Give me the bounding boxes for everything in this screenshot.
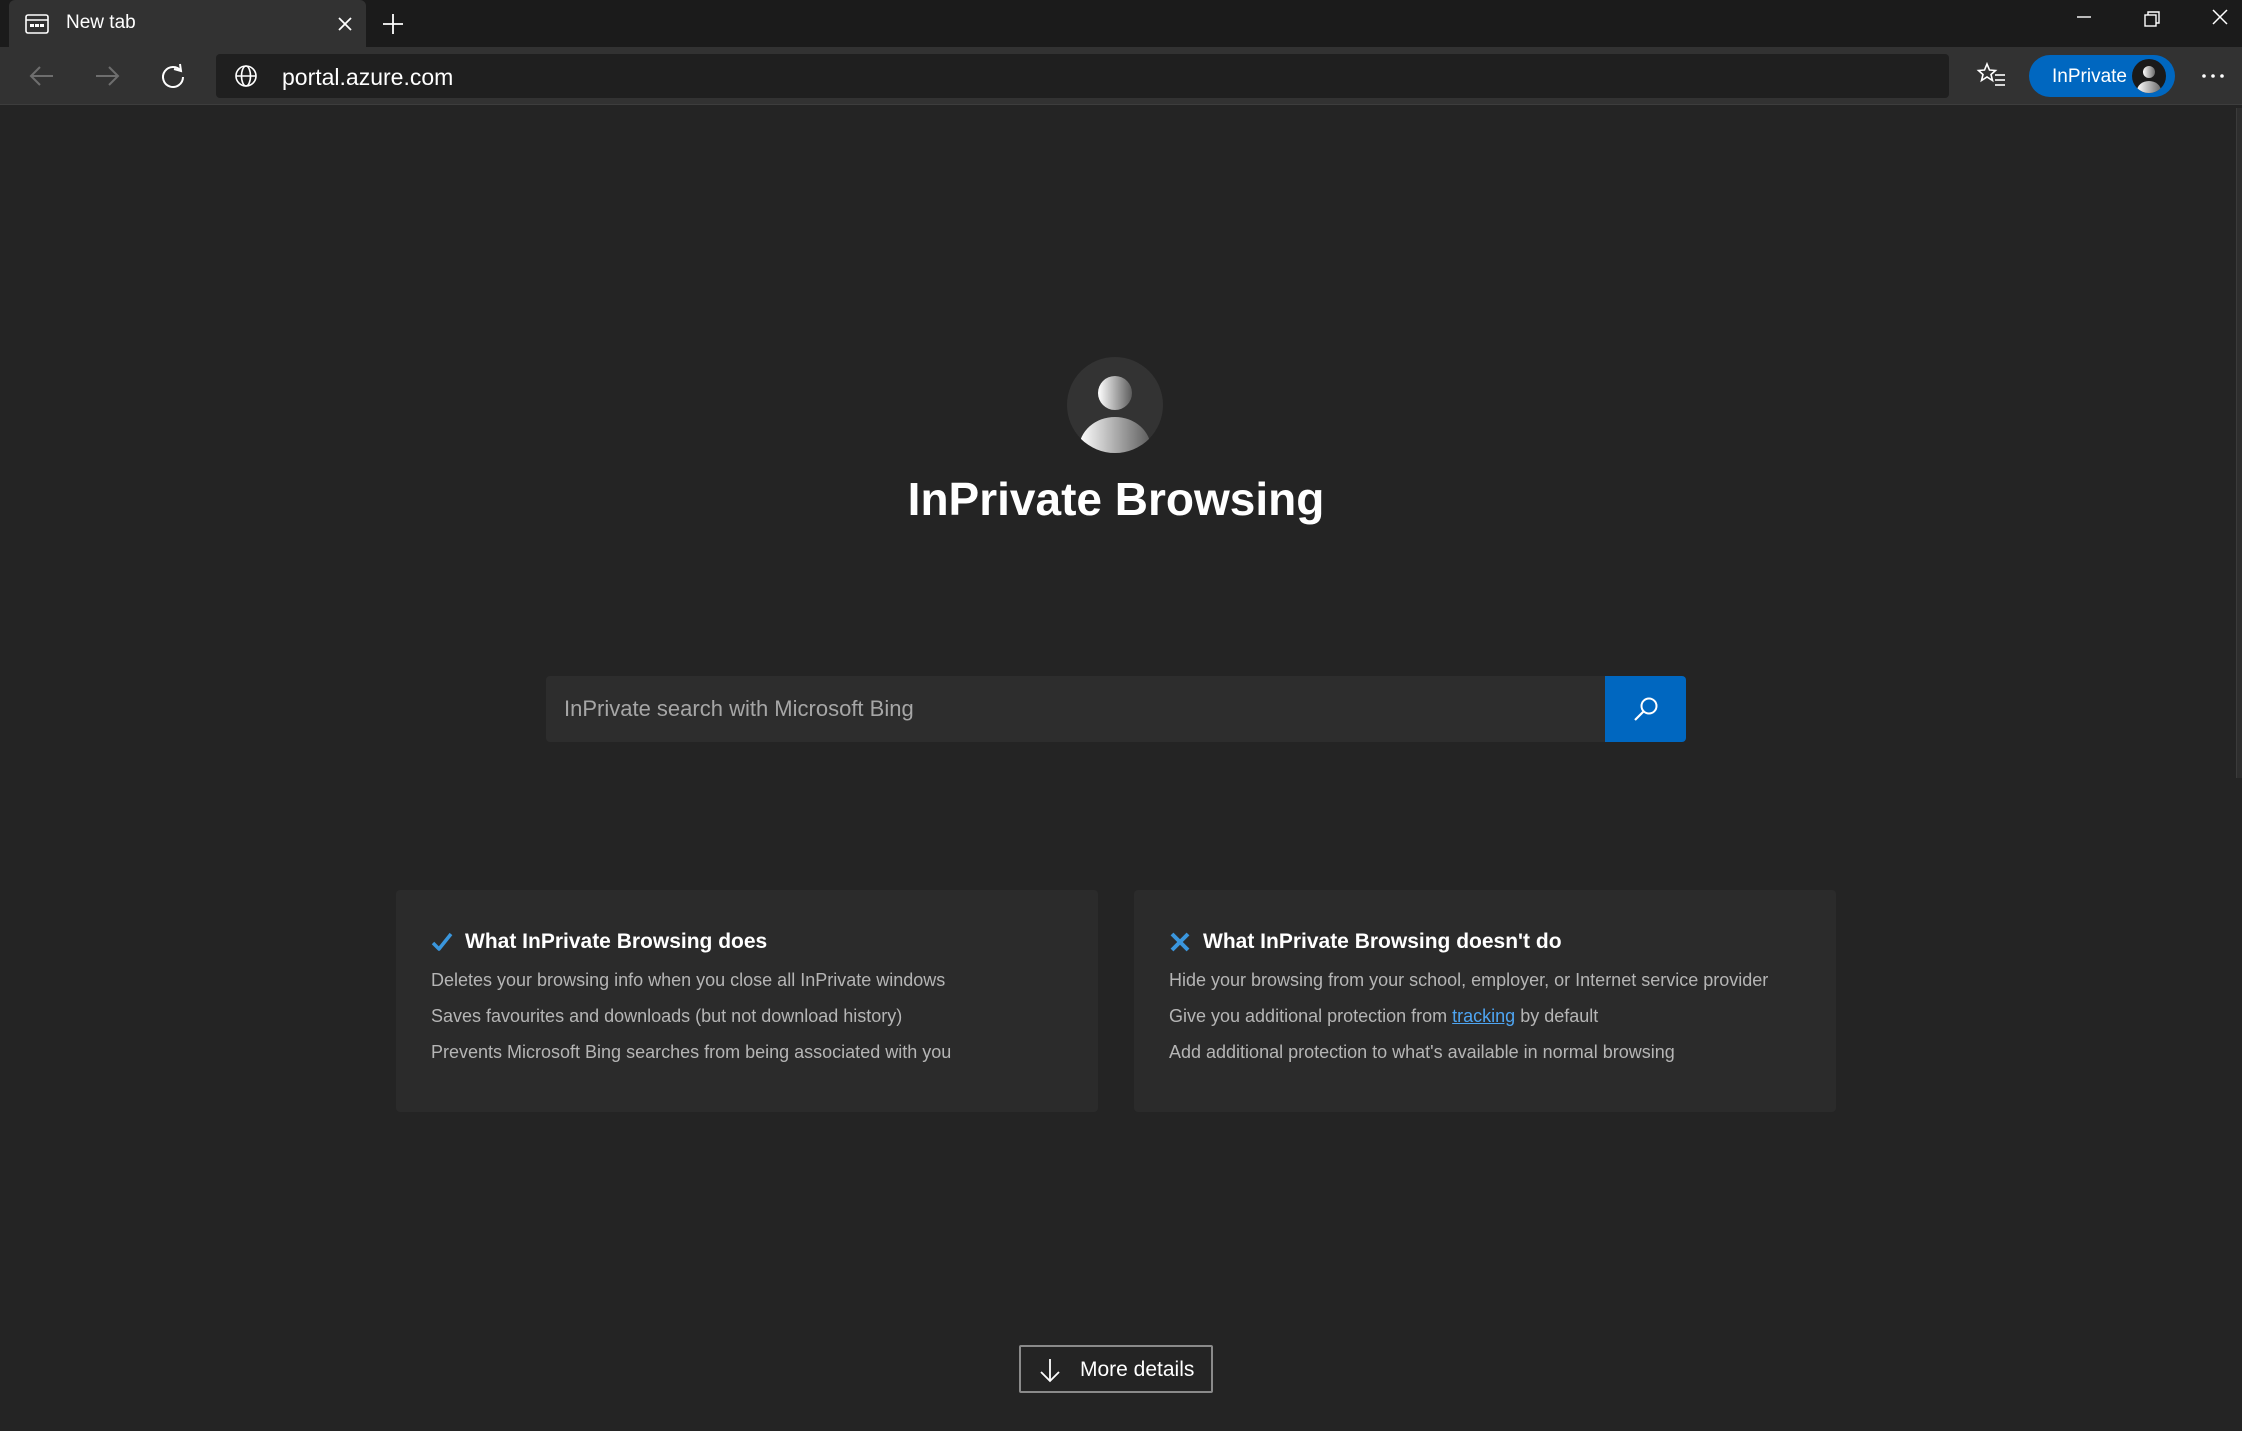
card-line-text: Give you additional protection from [1169,1006,1453,1026]
scrollbar[interactable] [2236,108,2242,778]
card-line: Prevents Microsoft Bing searches from be… [431,1042,952,1062]
close-window-icon[interactable] [2205,4,2235,34]
search-box[interactable] [546,676,1605,742]
card-line: Hide your browsing from your school, emp… [1169,970,1769,990]
card-title: What InPrivate Browsing does [465,930,768,953]
card-line: Deletes your browsing info when you clos… [431,970,946,990]
back-arrow-icon[interactable] [26,60,58,92]
more-details-button[interactable]: More details [1019,1345,1213,1393]
tab-title: New tab [66,12,136,33]
refresh-icon[interactable] [157,60,189,92]
new-tab-page-icon [25,13,49,35]
card-line: Saves favourites and downloads (but not … [431,1006,903,1026]
new-tab-page [0,106,2242,1431]
search-icon [1634,697,1658,721]
tracking-link[interactable]: tracking [1452,1006,1515,1026]
forward-arrow-icon[interactable] [91,60,123,92]
inprivate-avatar-icon [1067,357,1163,453]
search-input[interactable] [546,676,1605,742]
address-bar[interactable]: portal.azure.com [216,54,1949,98]
inprivate-doesnt-card: What InPrivate Browsing doesn't do Hide … [1134,890,1836,1112]
inprivate-does-card: What InPrivate Browsing does Deletes you… [396,890,1098,1112]
minimize-icon[interactable] [2069,4,2099,34]
tab-new-tab[interactable]: New tab [9,0,366,47]
x-icon [1169,931,1191,953]
globe-icon[interactable] [234,64,258,88]
favorites-icon[interactable] [1976,59,2008,91]
url-text[interactable]: portal.azure.com [282,64,453,91]
checkmark-icon [431,931,453,953]
new-tab-button[interactable] [380,11,406,37]
more-icon[interactable] [2198,61,2228,91]
card-line: Add additional protection to what's avai… [1169,1042,1675,1062]
card-line: Give you additional protection from trac… [1169,1006,1598,1027]
title-bar: New tab [0,0,2242,47]
inprivate-label: InPrivate [2052,66,2127,87]
inprivate-profile-button[interactable]: InPrivate [2029,55,2175,97]
avatar [2132,59,2166,93]
restore-icon[interactable] [2137,4,2167,34]
arrow-down-icon [1037,1357,1063,1383]
card-title: What InPrivate Browsing doesn't do [1203,930,1562,953]
page-title: InPrivate Browsing [907,473,1325,525]
search-button[interactable] [1605,676,1686,742]
card-line-text: by default [1515,1006,1599,1026]
close-tab-icon[interactable] [334,13,356,35]
more-details-label: More details [1080,1358,1195,1381]
browser-toolbar: portal.azure.com InPrivate [0,47,2242,105]
